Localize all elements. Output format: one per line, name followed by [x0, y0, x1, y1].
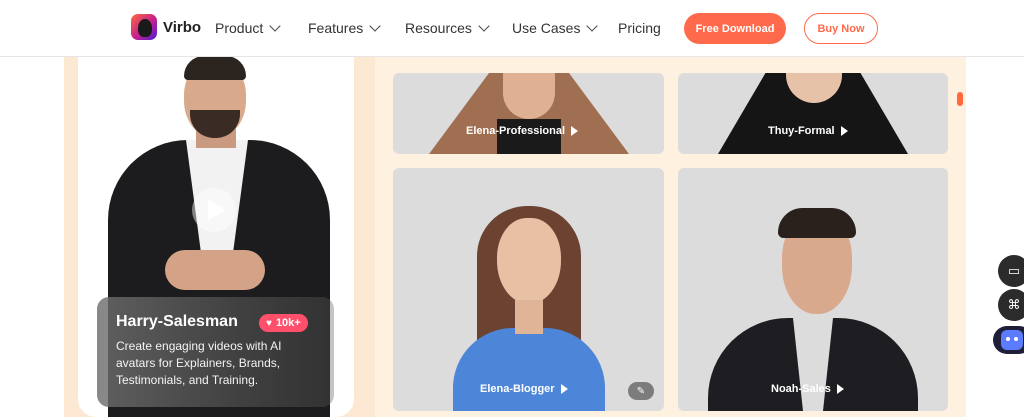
- play-icon[interactable]: [571, 126, 579, 136]
- avatar-label: Elena-Blogger: [480, 383, 568, 395]
- chevron-down-icon: [269, 19, 281, 32]
- buy-now-button[interactable]: Buy Now: [804, 13, 878, 44]
- avatar-label-text: Elena-Blogger: [480, 383, 555, 395]
- play-icon[interactable]: [560, 384, 568, 394]
- chatbot-eye: [1006, 337, 1010, 341]
- free-download-button[interactable]: Free Download: [684, 13, 786, 44]
- apps-grid-icon[interactable]: ⌘: [998, 289, 1024, 321]
- nav-item-label: Resources: [405, 20, 472, 36]
- avatar-shirt: [453, 328, 605, 411]
- heart-icon: ♥: [266, 317, 272, 329]
- top-nav: Virbo Product Features Resources Use Cas…: [0, 0, 1024, 57]
- avatar-label: Thuy-Formal: [768, 125, 848, 137]
- avatar-label: Elena-Professional: [466, 125, 579, 137]
- avatar-neck: [515, 300, 543, 334]
- brand-name[interactable]: Virbo: [163, 19, 201, 36]
- nav-item-resources[interactable]: Resources: [405, 19, 490, 36]
- likes-badge: ♥ 10k+: [259, 314, 308, 332]
- nav-item-label: Pricing: [618, 20, 661, 36]
- avatar-label-text: Noah-Sales: [771, 383, 831, 395]
- play-icon[interactable]: [836, 384, 844, 394]
- chevron-down-icon: [586, 19, 599, 32]
- chevron-down-icon: [478, 19, 490, 32]
- avatar-hands: [165, 250, 265, 290]
- chevron-down-icon: [369, 19, 381, 32]
- nav-item-label: Features: [308, 20, 364, 36]
- scroll-indicator[interactable]: [957, 92, 963, 106]
- avatar-label-text: Thuy-Formal: [768, 125, 835, 137]
- avatar-label: Noah-Sales: [771, 383, 844, 395]
- play-icon[interactable]: [840, 126, 848, 136]
- avatar-tile-elena-professional[interactable]: [393, 73, 664, 154]
- featured-avatar-info: Harry-Salesman ♥ 10k+ Create engaging vi…: [97, 297, 334, 407]
- nav-item-label: Use Cases: [512, 20, 581, 36]
- avatar-name: Harry-Salesman: [116, 313, 238, 330]
- nav-item-product[interactable]: Product: [215, 19, 281, 36]
- avatar-tile-elena-blogger[interactable]: [393, 168, 664, 411]
- nav-item-features[interactable]: Features: [308, 19, 381, 36]
- nav-item-use-cases[interactable]: Use Cases: [512, 19, 599, 36]
- avatar-hair: [184, 56, 246, 80]
- nav-item-label: Product: [215, 20, 264, 36]
- avatar-hair: [778, 208, 856, 238]
- magic-wand-icon[interactable]: ✎: [628, 382, 654, 400]
- avatar-head: [497, 218, 561, 304]
- nav-item-pricing[interactable]: Pricing: [618, 20, 661, 36]
- chatbot-icon: [1001, 330, 1023, 350]
- avatar-description: Create engaging videos with AI avatars f…: [116, 339, 282, 387]
- book-icon[interactable]: ▭: [998, 255, 1024, 287]
- chatbot-eye: [1014, 337, 1018, 341]
- avatar-tile-thuy-formal[interactable]: [678, 73, 948, 154]
- avatar-tile-noah-sales[interactable]: [678, 168, 948, 411]
- avatar-label-text: Elena-Professional: [466, 125, 566, 137]
- play-icon: [208, 199, 225, 221]
- virbo-logo-icon[interactable]: [131, 14, 157, 40]
- likes-count: 10k+: [275, 317, 301, 329]
